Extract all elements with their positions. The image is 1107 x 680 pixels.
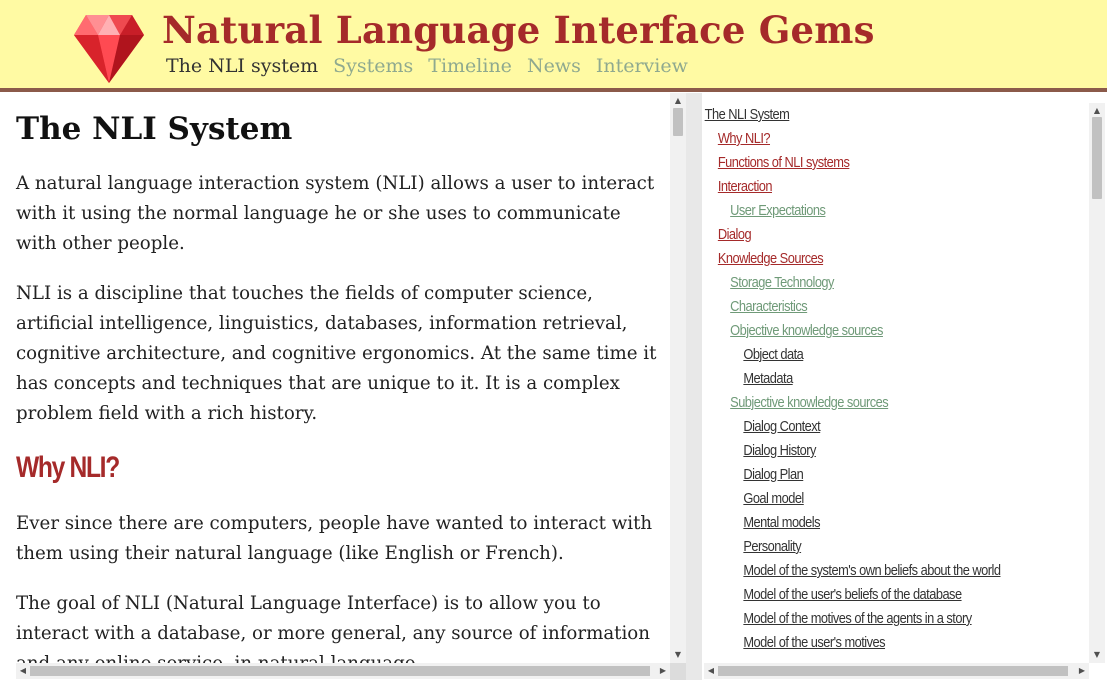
toc-vertical-scrollbar[interactable]: ▲ ▼ xyxy=(1089,103,1105,663)
site-title: Natural Language Interface Gems xyxy=(162,8,875,52)
toc-item[interactable]: Goal model xyxy=(702,487,1000,511)
nav-news[interactable]: News xyxy=(527,55,581,77)
nav-interview[interactable]: Interview xyxy=(596,55,688,77)
section-paragraph: Ever since there are computers, people h… xyxy=(16,513,653,564)
page-title: The NLI System xyxy=(16,111,293,147)
triangle-down-icon[interactable]: ▼ xyxy=(670,650,686,660)
toc-item[interactable]: Model of the motives of the agents in a … xyxy=(702,607,1000,631)
table-of-contents: The NLI System Why NLI? Functions of NLI s… xyxy=(702,93,1089,663)
toc-item[interactable]: Objective knowledge sources xyxy=(702,319,1000,343)
triangle-left-icon[interactable]: ◀ xyxy=(18,666,28,676)
content-vertical-scrollbar[interactable]: ▲ ▼ xyxy=(670,93,686,663)
toc-scroll-thumb[interactable] xyxy=(1092,117,1102,199)
content-scroll-thumb[interactable] xyxy=(673,108,683,136)
toc-item[interactable]: Object data xyxy=(702,343,1000,367)
toc-item[interactable]: Dialog Plan xyxy=(702,463,1000,487)
nav-the-nli-system[interactable]: The NLI system xyxy=(166,55,318,77)
toc-item[interactable]: Personality xyxy=(702,535,1000,559)
nav-timeline[interactable]: Timeline xyxy=(428,55,512,77)
toc-list: The NLI System Why NLI? Functions of NLI s… xyxy=(702,103,1041,655)
toc-item[interactable]: Interaction xyxy=(702,175,1000,199)
toc-item[interactable]: Characteristics xyxy=(702,295,1000,319)
triangle-right-icon[interactable]: ▶ xyxy=(658,666,668,676)
toc-item[interactable]: Storage Technology xyxy=(702,271,1000,295)
toc-item[interactable]: Mental models xyxy=(702,511,1000,535)
toc-item[interactable]: Dialog History xyxy=(702,439,1000,463)
ruby-gem-icon[interactable] xyxy=(72,11,146,85)
toc-item[interactable]: The NLI System xyxy=(702,103,1000,127)
nav-systems[interactable]: Systems xyxy=(333,55,413,77)
intro-paragraph: NLI is a discipline that touches the fie… xyxy=(16,283,657,424)
main-nav: The NLI system Systems Timeline News Int… xyxy=(166,55,703,77)
toc-item[interactable]: Subjective knowledge sources xyxy=(702,391,1000,415)
intro-paragraph: A natural language interaction system (N… xyxy=(16,173,655,254)
toc-item[interactable]: Model of the user's beliefs of the datab… xyxy=(702,583,1000,607)
toc-item[interactable]: Metadata xyxy=(702,367,1000,391)
toc-item[interactable]: Model of the user's motives xyxy=(702,631,1000,655)
section-heading-why-nli: Why NLI? xyxy=(16,451,120,484)
toc-hscroll-thumb[interactable] xyxy=(718,666,1068,676)
triangle-up-icon[interactable]: ▲ xyxy=(670,96,686,106)
toc-item[interactable]: Functions of NLI systems xyxy=(702,151,1000,175)
triangle-up-icon[interactable]: ▲ xyxy=(1089,106,1105,116)
triangle-right-icon[interactable]: ▶ xyxy=(1077,666,1087,676)
toc-item[interactable]: Why NLI? xyxy=(702,127,1000,151)
site-header: Natural Language Interface Gems The NLI … xyxy=(0,0,1107,92)
triangle-left-icon[interactable]: ◀ xyxy=(706,666,716,676)
content-pane: The NLI System A natural language intera… xyxy=(0,93,670,680)
toc-item[interactable]: Model of the system's own beliefs about … xyxy=(702,559,1001,583)
toc-item[interactable]: User Expectations xyxy=(702,199,1000,223)
content-hscroll-thumb[interactable] xyxy=(30,666,650,676)
scroll-corner xyxy=(670,663,686,680)
toc-horizontal-scrollbar[interactable]: ◀ ▶ xyxy=(704,663,1089,679)
triangle-down-icon[interactable]: ▼ xyxy=(1089,650,1105,660)
pane-divider[interactable] xyxy=(686,93,702,680)
toc-item[interactable]: Dialog xyxy=(702,223,1000,247)
toc-item[interactable]: Dialog Context xyxy=(702,415,1000,439)
toc-item[interactable]: Knowledge Sources xyxy=(702,247,1000,271)
content-horizontal-scrollbar[interactable]: ◀ ▶ xyxy=(16,663,670,679)
